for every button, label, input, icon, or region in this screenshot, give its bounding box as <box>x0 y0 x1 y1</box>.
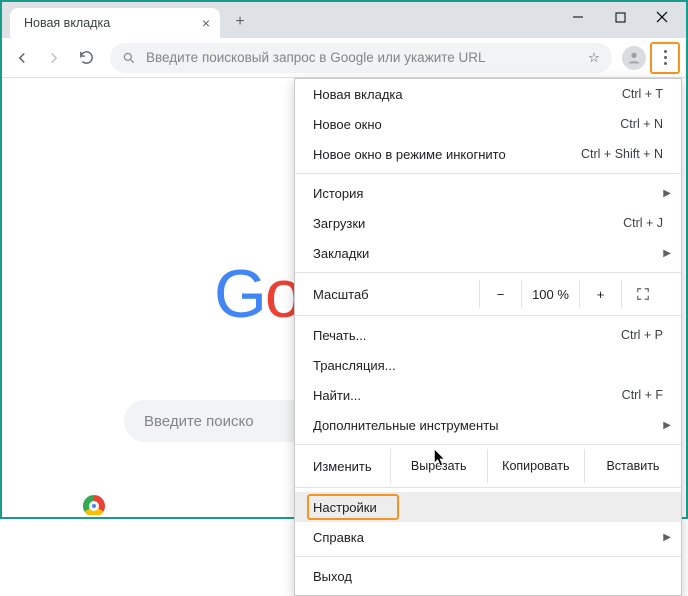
menu-bookmarks[interactable]: Закладки ▶ <box>295 238 681 268</box>
menu-edit-label: Изменить <box>295 449 390 483</box>
menu-separator <box>295 173 681 174</box>
cursor-icon <box>434 449 448 469</box>
new-tab-button[interactable]: + <box>226 8 254 36</box>
menu-paste[interactable]: Вставить <box>584 449 681 483</box>
zoom-in-button[interactable]: + <box>579 280 621 308</box>
close-tab-icon[interactable]: × <box>202 15 210 31</box>
menu-exit[interactable]: Выход <box>295 561 681 591</box>
menu-history[interactable]: История ▶ <box>295 178 681 208</box>
reload-button[interactable] <box>72 44 100 72</box>
omnibox-placeholder: Введите поисковый запрос в Google или ук… <box>146 50 486 65</box>
close-window-button[interactable] <box>642 3 682 31</box>
menu-button[interactable] <box>654 46 676 70</box>
menu-downloads[interactable]: Загрузки Ctrl + J <box>295 208 681 238</box>
menu-print[interactable]: Печать... Ctrl + P <box>295 320 681 350</box>
chrome-icon <box>79 491 109 515</box>
menu-find[interactable]: Найти... Ctrl + F <box>295 380 681 410</box>
menu-help[interactable]: Справка ▶ <box>295 522 681 552</box>
search-icon <box>122 51 136 65</box>
back-button[interactable] <box>8 44 36 72</box>
chevron-right-icon: ▶ <box>663 532 671 543</box>
menu-separator <box>295 556 681 557</box>
menu-cast[interactable]: Трансляция... <box>295 350 681 380</box>
menu-edit-row: Изменить Вырезать Копировать Вставить <box>295 449 681 483</box>
title-bar: Новая вкладка × + <box>2 2 686 38</box>
zoom-value: 100 % <box>521 280 579 308</box>
profile-avatar[interactable] <box>622 46 646 70</box>
main-menu: Новая вкладка Ctrl + T Новое окно Ctrl +… <box>294 78 682 596</box>
menu-settings[interactable]: Настройки <box>295 492 681 522</box>
menu-separator <box>295 272 681 273</box>
chevron-right-icon: ▶ <box>663 248 671 259</box>
browser-tab[interactable]: Новая вкладка × <box>10 8 220 38</box>
chevron-right-icon: ▶ <box>663 188 671 199</box>
fullscreen-icon <box>636 287 650 301</box>
menu-more-tools[interactable]: Дополнительные инструменты ▶ <box>295 410 681 440</box>
toolbar: Введите поисковый запрос в Google или ук… <box>2 38 686 78</box>
menu-copy[interactable]: Копировать <box>487 449 584 483</box>
tab-title: Новая вкладка <box>24 16 110 30</box>
menu-separator <box>295 315 681 316</box>
menu-incognito[interactable]: Новое окно в режиме инкогнито Ctrl + Shi… <box>295 139 681 169</box>
maximize-button[interactable] <box>600 3 640 31</box>
zoom-out-button[interactable]: − <box>479 280 521 308</box>
bookmark-star-icon[interactable]: ☆ <box>588 50 600 66</box>
menu-separator <box>295 444 681 445</box>
window-controls <box>558 2 682 32</box>
menu-zoom: Масштаб − 100 % + <box>295 277 681 311</box>
address-bar[interactable]: Введите поисковый запрос в Google или ук… <box>110 43 612 73</box>
fullscreen-button[interactable] <box>621 280 663 308</box>
menu-new-window[interactable]: Новое окно Ctrl + N <box>295 109 681 139</box>
menu-button-highlight <box>650 42 680 74</box>
forward-button[interactable] <box>40 44 68 72</box>
minimize-button[interactable] <box>558 3 598 31</box>
menu-new-tab[interactable]: Новая вкладка Ctrl + T <box>295 79 681 109</box>
chevron-right-icon: ▶ <box>663 420 671 431</box>
search-placeholder: Введите поиско <box>144 413 254 430</box>
menu-separator <box>295 487 681 488</box>
